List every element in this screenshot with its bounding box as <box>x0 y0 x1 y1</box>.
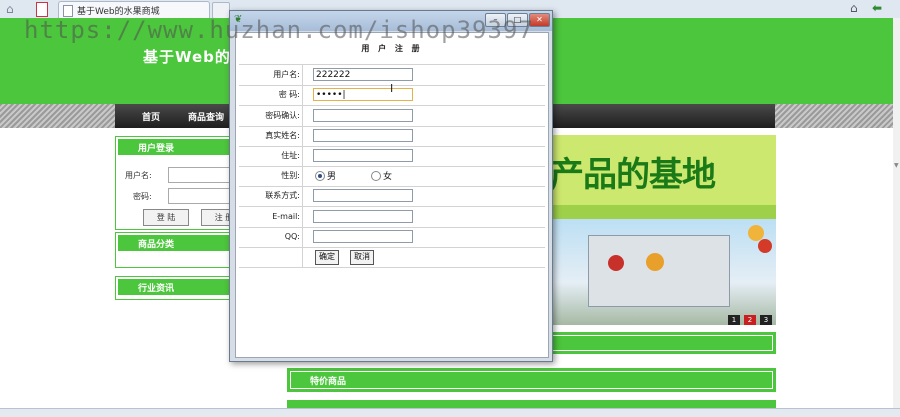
confirm-button[interactable]: 确定 <box>315 250 339 265</box>
row-contact: 联系方式: <box>239 186 545 207</box>
register-title: 用 户 注 册 <box>361 44 423 53</box>
nav-item-home[interactable]: 首页 <box>142 110 160 123</box>
username-input[interactable]: 222222 <box>313 68 413 81</box>
username-label: 用户名: <box>239 65 303 85</box>
row-confirm-password: 密码确认: <box>239 106 545 127</box>
login-password-label: 密码: <box>133 192 152 201</box>
row-email: E-mail: <box>239 207 545 228</box>
gender-label: 性别: <box>239 166 303 186</box>
section-special-offers: 特价商品 <box>287 368 776 392</box>
section-bar-inner <box>290 371 773 389</box>
category-box-title: 商品分类 <box>138 240 175 250</box>
news-box-title: 行业资讯 <box>138 284 175 294</box>
apple-image <box>608 255 624 271</box>
page-scrollbar[interactable] <box>893 18 900 408</box>
bookmark-icon[interactable]: ⌂ <box>850 1 858 15</box>
row-qq: QQ: <box>239 227 545 248</box>
nav-item-product-search[interactable]: 商品查询 <box>188 110 224 123</box>
confirm-password-label: 密码确认: <box>239 106 303 126</box>
watermark-text: https://www.huzhan.com/ishop39397 <box>24 16 534 44</box>
real-name-input[interactable] <box>313 129 413 142</box>
password-label: 密 码: <box>239 85 303 105</box>
row-gender: 性别: 男 女 <box>239 166 545 187</box>
address-label: 住址: <box>239 146 303 166</box>
shopping-mall-building <box>588 235 730 307</box>
confirm-password-input[interactable] <box>313 109 413 122</box>
address-input[interactable] <box>313 149 413 162</box>
gender-female-label: 女 <box>383 172 393 182</box>
home-icon[interactable]: ⌂ <box>6 2 20 16</box>
back-arrow-icon[interactable]: ⬅ <box>872 1 882 15</box>
document-icon[interactable] <box>36 2 48 17</box>
row-buttons: 确定 取消 <box>239 247 545 268</box>
slide-indicator-2[interactable]: 2 <box>744 315 756 325</box>
login-username-label: 用户名: <box>125 171 152 180</box>
decorative-stripe-right <box>775 104 893 128</box>
contact-input[interactable] <box>313 189 413 202</box>
banner-image[interactable]: 产品的基地 <box>548 135 776 325</box>
text-cursor-icon: I <box>390 82 394 95</box>
gender-male-label: 男 <box>327 172 337 182</box>
gender-female-radio[interactable] <box>371 171 381 181</box>
row-real-name: 真实姓名: <box>239 126 545 147</box>
cancel-button[interactable]: 取消 <box>350 250 374 265</box>
section-title-special-offers[interactable]: 特价商品 <box>310 374 346 387</box>
buttons-row-label-cell <box>239 247 303 267</box>
gender-male-radio[interactable] <box>315 171 325 181</box>
login-button[interactable]: 登 陆 <box>143 209 189 226</box>
real-name-label: 真实姓名: <box>239 126 303 146</box>
contact-label: 联系方式: <box>239 186 303 206</box>
qq-label: QQ: <box>239 227 303 247</box>
email-label: E-mail: <box>239 207 303 227</box>
register-dialog-window: ❦ – □ ✕ 用 户 注 册 用户名: 222222 密 码: •••••| … <box>229 10 553 362</box>
email-input[interactable] <box>313 210 413 223</box>
orange-image <box>646 253 664 271</box>
scroll-arrow-icon[interactable]: ▼ <box>894 162 899 169</box>
password-input[interactable]: •••••| <box>313 88 413 101</box>
qq-input[interactable] <box>313 230 413 243</box>
row-address: 住址: <box>239 146 545 167</box>
decorative-stripe-left <box>0 104 115 128</box>
slide-indicator-3[interactable]: 3 <box>760 315 772 325</box>
banner-text: 产品的基地 <box>550 155 716 195</box>
fruit-image <box>758 239 772 253</box>
dialog-content: 用 户 注 册 用户名: 222222 密 码: •••••| 密码确认: 真实… <box>235 32 549 358</box>
login-box-title: 用户登录 <box>138 144 175 154</box>
slide-indicator-1[interactable]: 1 <box>728 315 740 325</box>
